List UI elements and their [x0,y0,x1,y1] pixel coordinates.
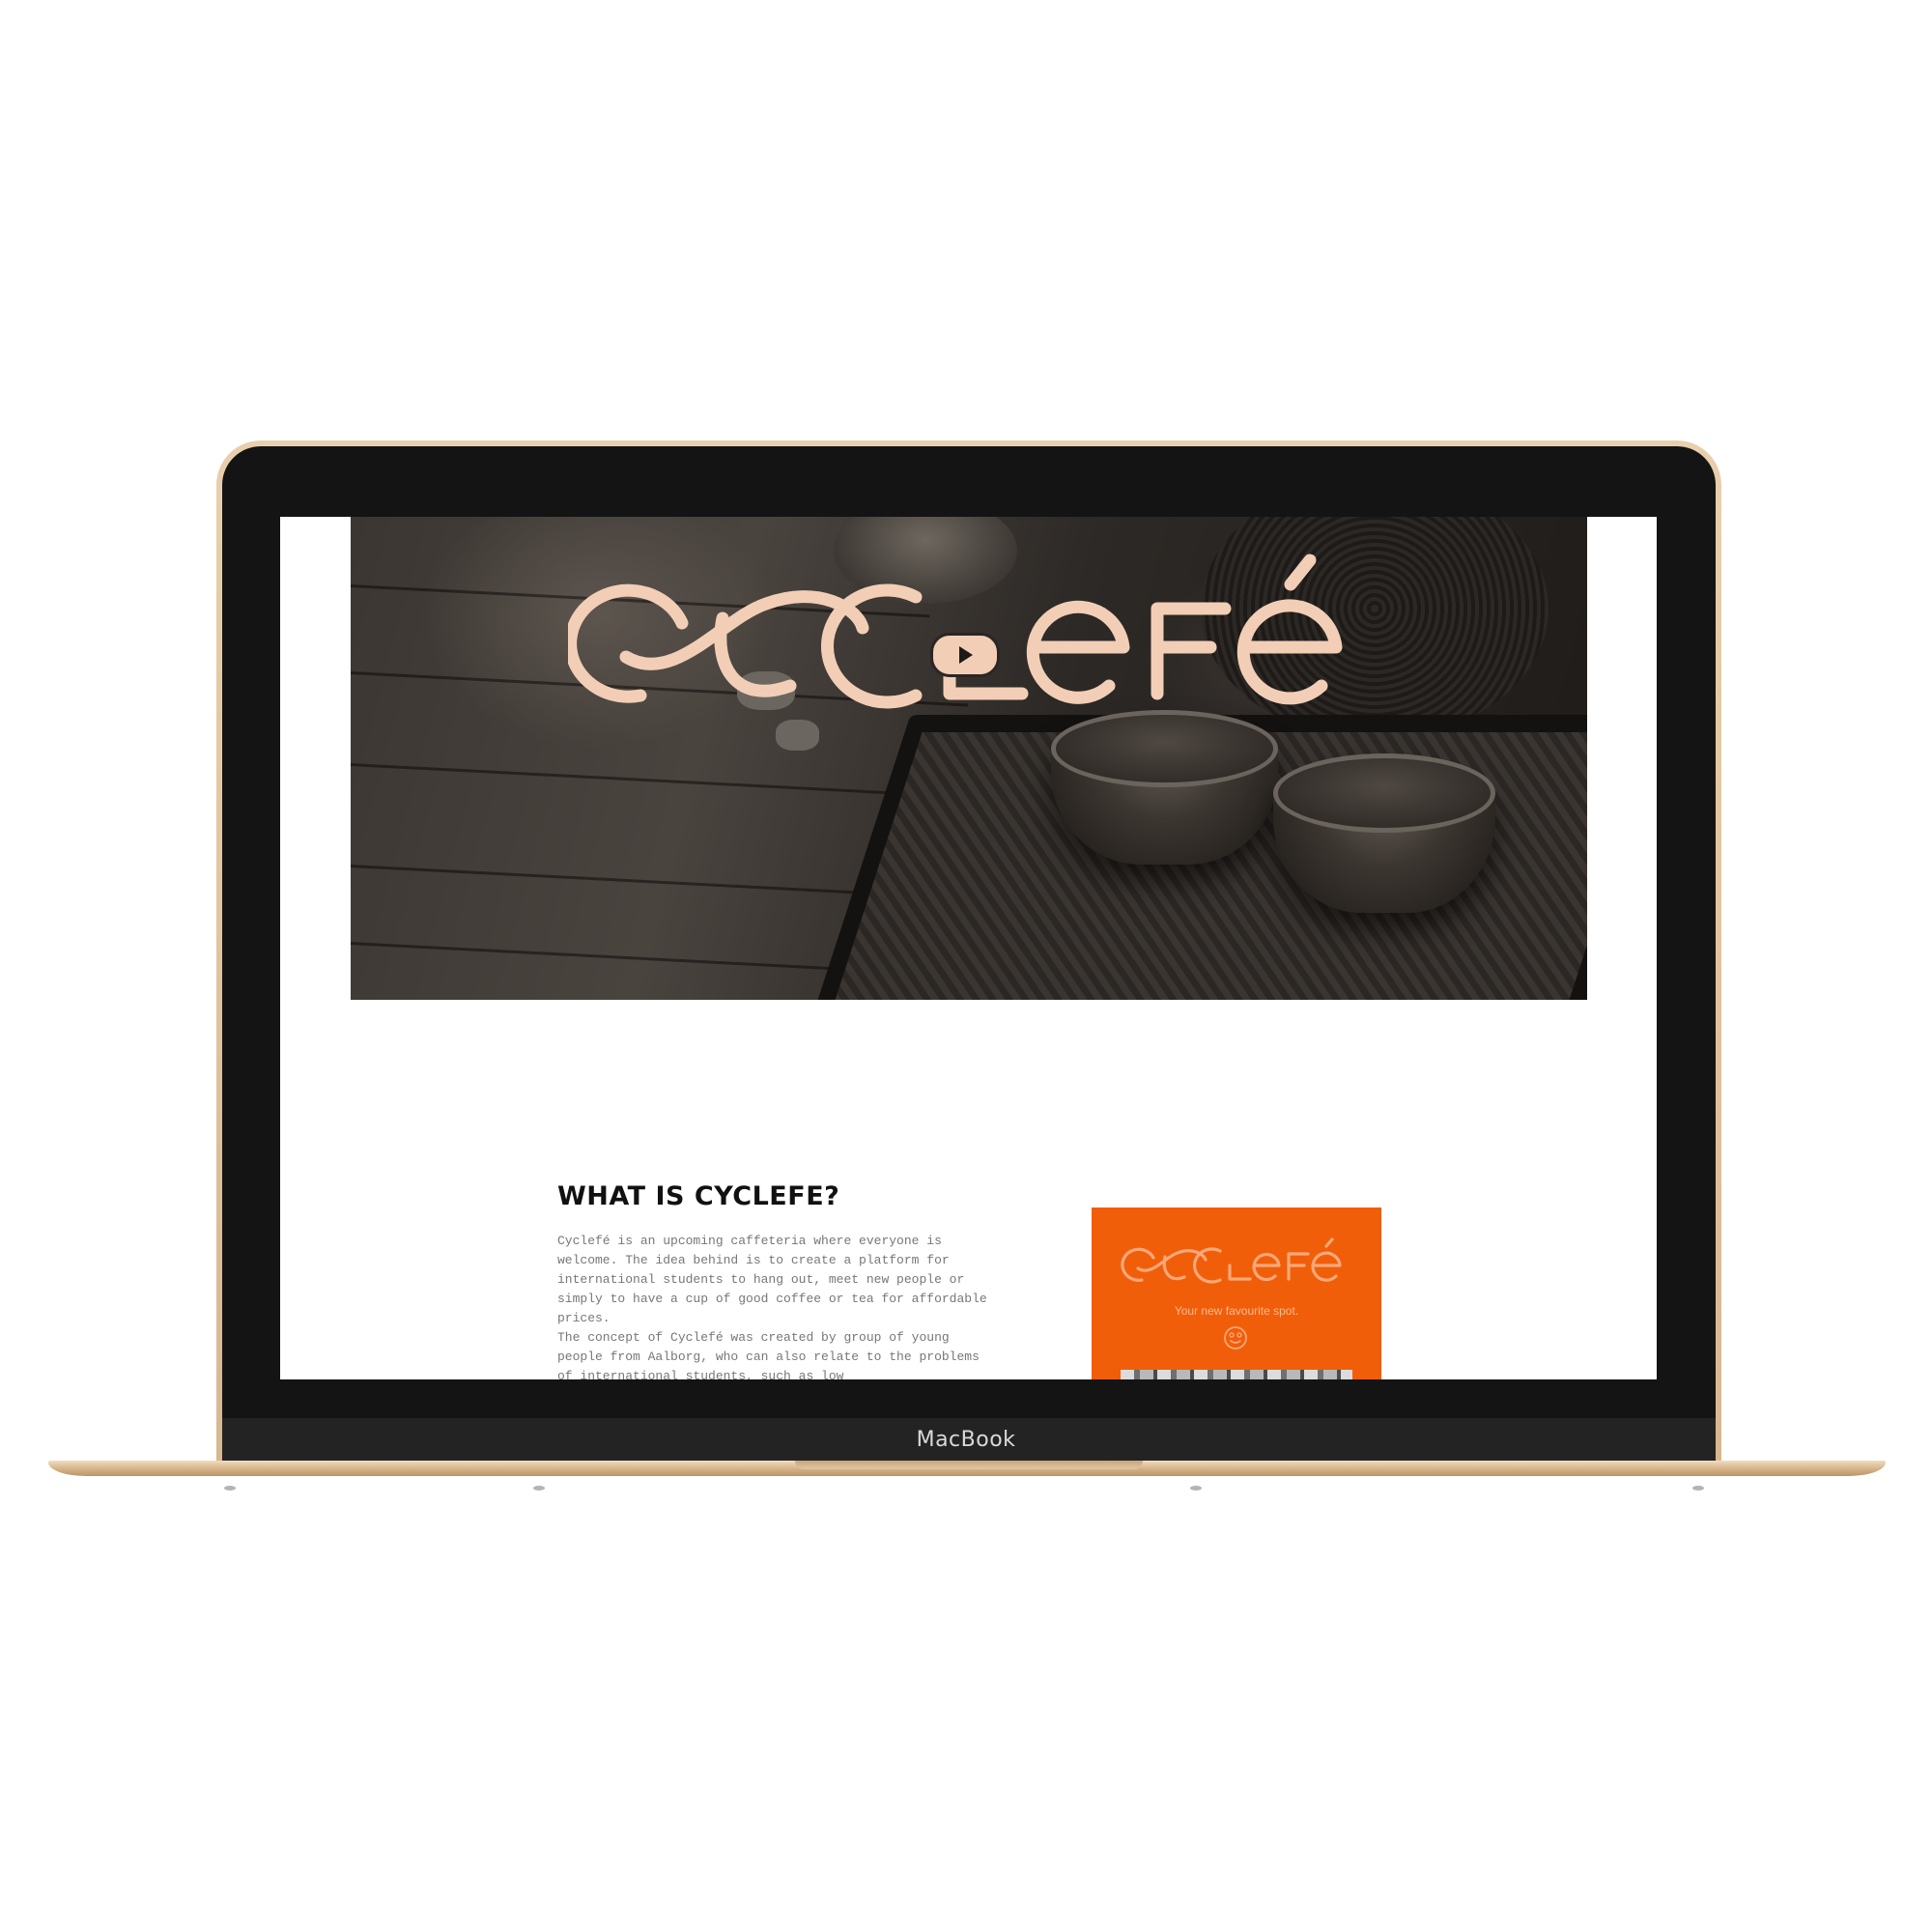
table-plank-line [351,865,892,896]
promo-tagline: Your new favourite spot. [1174,1304,1299,1318]
about-body-text: Cyclefé is an upcoming caffeteria where … [557,1232,987,1379]
promo-card[interactable]: Your new favourite spot. [1092,1208,1381,1379]
hero-banner [351,517,1587,1000]
table-plank-line [351,942,853,972]
about-paragraph: The concept of Cyclefé was created by gr… [557,1330,980,1379]
laptop-foot [1190,1486,1202,1491]
table-plank-line [351,763,950,798]
tea-cup-image [1273,753,1495,913]
about-paragraph: Cyclefé is an upcoming caffeteria where … [557,1234,987,1325]
laptop-brand-label: MacBook [916,1428,1016,1452]
laptop-foot [533,1486,545,1491]
tea-cup-rim [1273,753,1495,833]
mockup-stage: MacBook WHAT IS CYCLEFE? Cyclefé is an u… [0,0,1932,1932]
smiley-icon [1224,1326,1247,1350]
laptop-foot [224,1486,236,1491]
video-play-button[interactable] [930,633,1000,677]
promo-photo-strip [1121,1370,1352,1379]
tea-cup-image [1051,710,1278,865]
laptop-lid-notch [795,1461,1143,1469]
laptop-foot [1692,1486,1704,1491]
promo-cyclefe-logo [1121,1237,1342,1284]
website-viewport[interactable]: WHAT IS CYCLEFE? Cyclefé is an upcoming … [280,517,1657,1379]
about-section-title: WHAT IS CYCLEFE? [557,1181,840,1211]
